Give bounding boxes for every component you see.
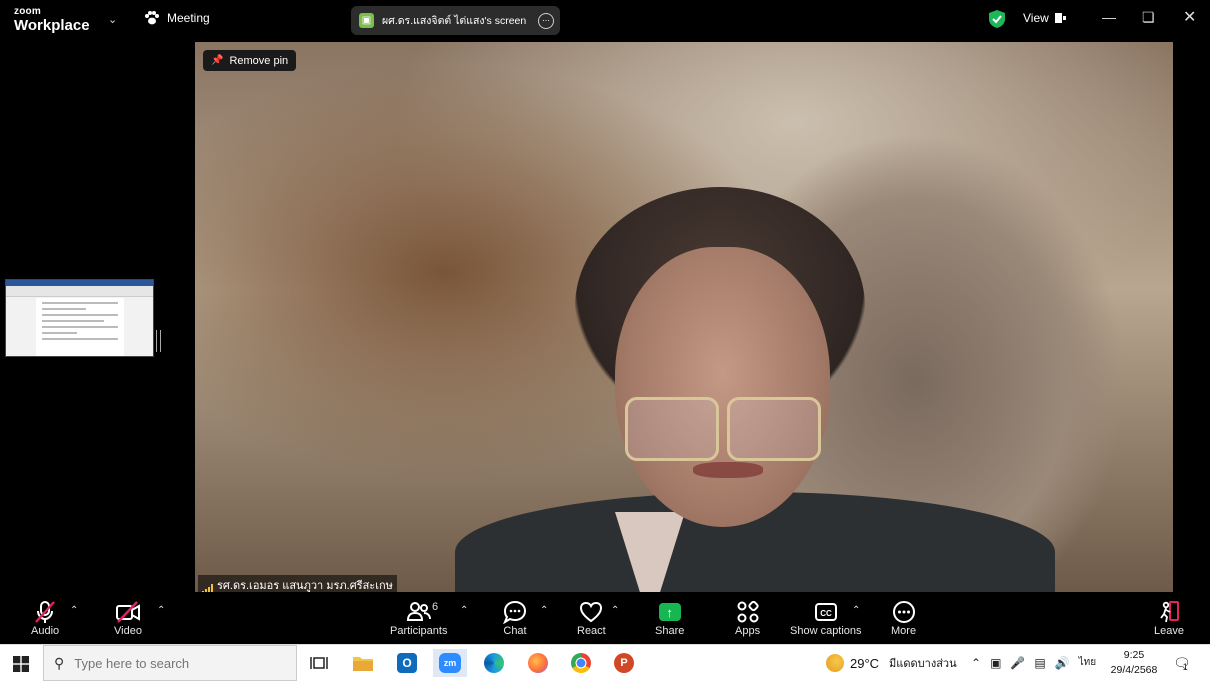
meeting-label: Meeting (167, 11, 210, 25)
remove-pin-button[interactable]: 📌 Remove pin (203, 50, 297, 71)
remove-pin-label: Remove pin (229, 54, 289, 67)
firefox-icon[interactable] (521, 649, 555, 677)
view-layout-icon (1054, 13, 1066, 23)
logo-bottom: Workplace (14, 17, 90, 34)
share-button[interactable]: ↑ Share (655, 600, 684, 637)
chat-icon (503, 600, 527, 624)
chat-label: Chat (503, 625, 527, 637)
view-label: View (1023, 11, 1049, 25)
close-icon[interactable]: ✕ (1183, 7, 1196, 27)
closed-captions-icon: CC (814, 603, 837, 621)
search-icon: ⚲ (54, 654, 65, 671)
zoom-app-icon[interactable]: zm (433, 649, 467, 677)
zoom-workplace-logo[interactable]: zoom Workplace (14, 6, 90, 34)
apps-icon (737, 600, 759, 623)
leave-label: Leave (1154, 625, 1184, 637)
meeting-toolbar: Audio ⌃ Video ⌃ Participants 6 ⌃ Chat ⌃ … (0, 592, 1210, 644)
thumbnail-ribbon (6, 286, 153, 297)
share-title: ผศ.ดร.แสงจิตต์ ไต่แสง's screen (382, 15, 527, 27)
network-icon[interactable]: ▤ (1034, 656, 1045, 670)
paw-icon (145, 11, 159, 25)
meet-now-icon[interactable]: ▣ (990, 656, 1001, 670)
speaker-video (195, 42, 1173, 592)
apps-button[interactable]: Apps (735, 600, 760, 637)
windows-start-icon[interactable] (13, 656, 29, 672)
logo-top: zoom (14, 6, 41, 17)
audio-button[interactable]: Audio (31, 600, 59, 637)
react-label: React (577, 625, 606, 637)
thumbnail-document (36, 298, 124, 356)
powerpoint-icon[interactable]: P (607, 649, 641, 677)
more-icon (892, 601, 915, 623)
video-off-icon (115, 601, 140, 623)
minimize-icon[interactable]: — (1102, 9, 1116, 25)
title-bar: zoom Workplace ⌄ Meeting ▣ ผศ.ดร.แสงจิตต… (0, 0, 1210, 40)
more-button[interactable]: More (891, 600, 916, 637)
restore-icon[interactable]: ❏ (1142, 9, 1155, 26)
svg-text:CC: CC (820, 609, 832, 618)
apps-label: Apps (735, 625, 761, 637)
task-view-icon[interactable] (302, 649, 336, 677)
audio-options-caret[interactable]: ⌃ (70, 605, 78, 616)
video-options-caret[interactable]: ⌃ (157, 605, 165, 616)
file-explorer-icon[interactable] (346, 649, 380, 677)
chevron-up-icon[interactable]: ⌃ (971, 656, 981, 670)
shield-check-icon[interactable] (989, 10, 1005, 28)
clock-date: 29/4/2568 (1110, 664, 1158, 676)
more-options-icon[interactable]: ⋯ (538, 12, 554, 29)
screen-share-indicator[interactable]: ▣ ผศ.ดร.แสงจิตต์ ไต่แสง's screen ⋯ (351, 6, 560, 35)
participants-label: Participants (390, 625, 448, 637)
participants-icon (406, 602, 431, 621)
captions-options-caret[interactable]: ⌃ (852, 605, 860, 616)
weather-widget[interactable]: 29°C มีแดดบางส่วน (826, 654, 957, 672)
partly-sunny-icon (826, 654, 844, 672)
video-person (575, 187, 865, 547)
edge-icon[interactable] (477, 649, 511, 677)
video-button[interactable]: Video (114, 600, 142, 637)
pin-icon: 📌 (211, 55, 224, 66)
volume-icon[interactable]: 🔊 (1055, 656, 1070, 670)
heart-icon (580, 601, 603, 623)
react-button[interactable]: React (577, 600, 606, 637)
screen-share-icon: ▣ (359, 13, 374, 28)
video-label: Video (114, 625, 142, 637)
chat-button[interactable]: Chat (503, 600, 527, 637)
participants-count: 6 (432, 601, 439, 613)
system-tray: ⌃ ▣ 🎤 ▤ 🔊 ไทย (971, 655, 1096, 670)
shared-screen-thumbnail[interactable] (5, 279, 154, 357)
more-label: More (891, 625, 917, 637)
audio-label: Audio (31, 625, 60, 637)
search-input[interactable] (72, 654, 277, 672)
share-label: Share (655, 625, 685, 637)
system-clock[interactable]: 9:25 29/4/2568 (1106, 648, 1162, 678)
notification-center-icon[interactable]: 🗨 1 (1173, 655, 1191, 672)
meeting-menu[interactable]: Meeting (144, 11, 210, 25)
panel-resize-handle[interactable] (156, 330, 161, 352)
chat-options-caret[interactable]: ⌃ (540, 605, 548, 616)
captions-label: Show captions (790, 625, 862, 637)
clock-time: 9:25 (1123, 649, 1145, 661)
language-indicator[interactable]: ไทย (1079, 655, 1096, 670)
notification-count: 1 (1182, 661, 1188, 672)
microphone-muted-icon (35, 601, 55, 623)
taskbar-search[interactable]: ⚲ (43, 645, 297, 681)
weather-desc: มีแดดบางส่วน (889, 658, 957, 670)
view-button[interactable]: View (1023, 11, 1066, 25)
windows-taskbar: ⚲ O zm P 29°C มีแดดบางส่วน ⌃ ▣ 🎤 ▤ 🔊 ไทย… (0, 644, 1210, 681)
participants-button[interactable]: Participants (390, 600, 447, 637)
weather-temp: 29°C (850, 655, 880, 671)
leave-button[interactable]: Leave (1154, 600, 1184, 637)
react-options-caret[interactable]: ⌃ (611, 605, 619, 616)
chrome-icon[interactable] (564, 649, 598, 677)
leave-icon (1160, 601, 1179, 623)
outlook-icon[interactable]: O (390, 649, 424, 677)
share-screen-icon: ↑ (658, 603, 681, 621)
microphone-icon[interactable]: 🎤 (1010, 656, 1025, 670)
chevron-down-icon[interactable]: ⌄ (108, 13, 117, 26)
captions-button[interactable]: CC Show captions (790, 600, 862, 637)
participants-options-caret[interactable]: ⌃ (460, 605, 468, 616)
